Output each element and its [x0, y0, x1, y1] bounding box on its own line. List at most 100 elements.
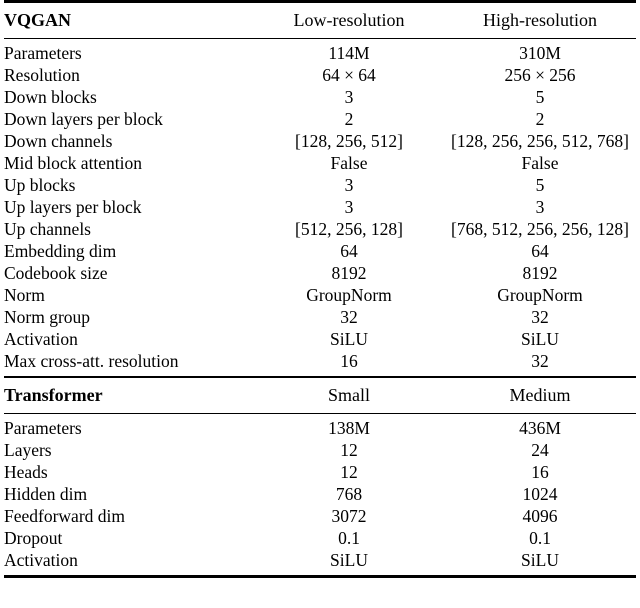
table-row: Activation SiLU SiLU	[4, 549, 636, 577]
row-label: Embedding dim	[4, 241, 117, 261]
row-value-low: [512, 256, 128]	[295, 219, 403, 239]
row-label: Activation	[4, 550, 78, 570]
row-label: Resolution	[4, 65, 80, 85]
row-label: Up layers per block	[4, 197, 142, 217]
table-row: Mid block attention False False	[4, 152, 636, 174]
row-label: Activation	[4, 329, 78, 349]
table-row: Dropout 0.1 0.1	[4, 527, 636, 549]
row-value-small: 3072	[331, 506, 367, 526]
table-row: Feedforward dim 3072 4096	[4, 505, 636, 527]
table-row: Down layers per block 2 2	[4, 108, 636, 130]
row-label: Feedforward dim	[4, 506, 126, 526]
table-row: Activation SiLU SiLU	[4, 328, 636, 350]
row-label: Layers	[4, 440, 52, 460]
model-specification-table: VQGAN Low-resolution High-resolution Par…	[4, 0, 636, 579]
table-row: Parameters 114M 310M	[4, 39, 636, 64]
table-row: Parameters 138M 436M	[4, 414, 636, 439]
table-row: Norm GroupNorm GroupNorm	[4, 284, 636, 306]
row-value-small: 768	[335, 484, 363, 504]
row-value-low: False	[330, 153, 368, 173]
row-value-medium: 4096	[522, 506, 558, 526]
row-value-medium: SiLU	[521, 550, 559, 570]
row-label: Down blocks	[4, 87, 97, 107]
row-value-high: 310M	[519, 43, 561, 63]
table-row: Embedding dim 64 64	[4, 240, 636, 262]
row-value-small: 138M	[328, 418, 370, 438]
row-value-low: GroupNorm	[306, 285, 392, 305]
row-value-medium: 1024	[522, 484, 558, 504]
row-label: Hidden dim	[4, 484, 88, 504]
column-header-transformer-1: Small	[327, 385, 370, 405]
row-value-low: [128, 256, 512]	[295, 131, 403, 151]
row-label: Max cross-att. resolution	[4, 351, 179, 371]
row-value-low: 114M	[328, 43, 370, 63]
table-row: Down blocks 3 5	[4, 86, 636, 108]
row-value-low: SiLU	[330, 329, 368, 349]
row-value-high: [768, 512, 256, 256, 128]	[451, 219, 629, 239]
row-value-high: 8192	[522, 263, 558, 283]
row-value-high: False	[521, 153, 559, 173]
row-value-high: GroupNorm	[497, 285, 583, 305]
row-value-medium: 24	[531, 440, 549, 460]
row-value-medium: 0.1	[529, 528, 551, 548]
row-label: Heads	[4, 462, 48, 482]
row-label: Norm	[4, 285, 45, 305]
row-value-low: 8192	[331, 263, 367, 283]
row-value-low: 3	[344, 175, 354, 195]
table-row: Up blocks 3 5	[4, 174, 636, 196]
row-label: Mid block attention	[4, 153, 143, 173]
row-value-small: 12	[340, 462, 358, 482]
row-label: Parameters	[4, 418, 82, 438]
row-label: Down layers per block	[4, 109, 163, 129]
row-value-low: 2	[344, 109, 354, 129]
row-value-high: 256 × 256	[504, 65, 576, 85]
row-value-high: SiLU	[521, 329, 559, 349]
row-label: Dropout	[4, 528, 63, 548]
row-label: Parameters	[4, 43, 82, 63]
column-header-vqgan-1: Low-resolution	[293, 10, 405, 30]
table-row: Max cross-att. resolution 16 32	[4, 350, 636, 377]
row-value-low: 32	[340, 307, 358, 327]
table-body: VQGAN Low-resolution High-resolution Par…	[4, 0, 636, 579]
row-label: Up channels	[4, 219, 91, 239]
table-row: Norm group 32 32	[4, 306, 636, 328]
table-row: Up layers per block 3 3	[4, 196, 636, 218]
row-value-low: 3	[344, 87, 354, 107]
row-value-low: 64 × 64	[322, 65, 376, 85]
section-header-transformer: Transformer Small Medium	[4, 378, 636, 414]
row-value-low: 3	[344, 197, 354, 217]
row-value-high: 3	[535, 197, 545, 217]
table-row: Hidden dim 768 1024	[4, 483, 636, 505]
table-row: Up channels [512, 256, 128] [768, 512, 2…	[4, 218, 636, 240]
spec-table-container: VQGAN Low-resolution High-resolution Par…	[0, 0, 640, 608]
row-value-medium: 16	[531, 462, 549, 482]
row-label: Up blocks	[4, 175, 76, 195]
section-header-vqgan: VQGAN Low-resolution High-resolution	[4, 3, 636, 39]
row-value-medium: 436M	[519, 418, 561, 438]
row-label: Norm group	[4, 307, 91, 327]
row-value-small: 0.1	[338, 528, 360, 548]
section-title-transformer: Transformer	[4, 385, 103, 405]
row-label: Codebook size	[4, 263, 108, 283]
table-row: Resolution 64 × 64 256 × 256	[4, 64, 636, 86]
table-row: Heads 12 16	[4, 461, 636, 483]
section-title-vqgan: VQGAN	[4, 10, 71, 30]
table-row: Down channels [128, 256, 512] [128, 256,…	[4, 130, 636, 152]
row-value-small: 12	[340, 440, 358, 460]
row-value-high: 32	[531, 307, 549, 327]
bottom-rule	[4, 575, 636, 579]
row-value-high: 64	[531, 241, 549, 261]
row-value-high: 2	[535, 109, 545, 129]
row-value-high: [128, 256, 256, 512, 768]	[451, 131, 629, 151]
table-row: Layers 12 24	[4, 439, 636, 461]
row-value-high: 32	[531, 351, 549, 371]
row-value-low: 64	[340, 241, 358, 261]
row-value-high: 5	[535, 175, 545, 195]
table-row: Codebook size 8192 8192	[4, 262, 636, 284]
row-value-low: 16	[340, 351, 358, 371]
row-label: Down channels	[4, 131, 113, 151]
row-value-high: 5	[535, 87, 545, 107]
column-header-vqgan-2: High-resolution	[483, 10, 597, 30]
row-value-small: SiLU	[330, 550, 368, 570]
column-header-transformer-2: Medium	[509, 385, 571, 405]
